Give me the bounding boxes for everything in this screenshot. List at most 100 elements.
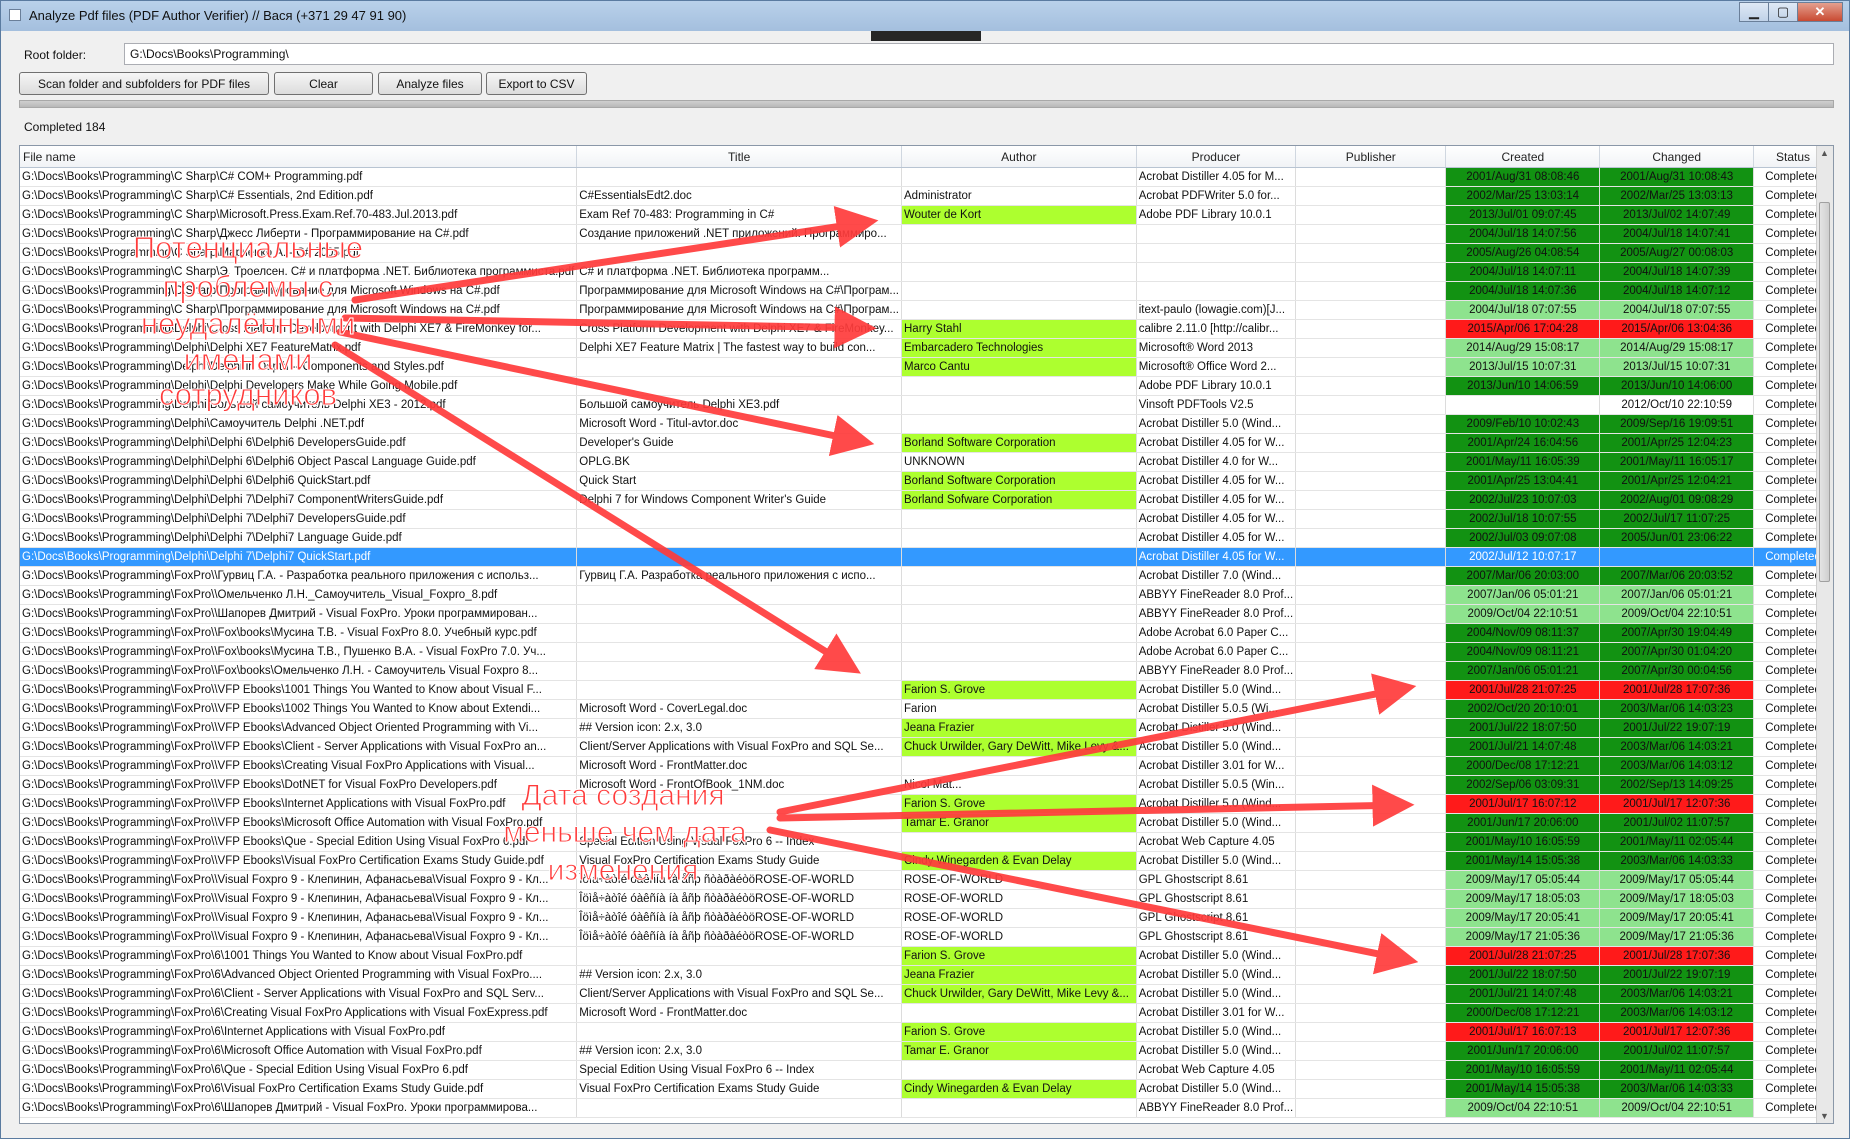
cell-publisher [1295,433,1447,453]
table-row[interactable]: G:\Docs\Books\Programming\C Sharp\Джесс … [20,224,1833,244]
cell-changed: 2009/Oct/04 22:10:51 [1599,604,1755,624]
table-row[interactable]: G:\Docs\Books\Programming\C Sharp\C# Ess… [20,186,1833,206]
cell-publisher [1295,224,1447,244]
column-header-title[interactable]: Title [576,146,902,168]
table-row[interactable]: G:\Docs\Books\Programming\FoxPro\\Fox\bo… [20,623,1833,643]
cell-producer: Acrobat Distiller 4.05 for W... [1136,490,1297,510]
table-row[interactable]: G:\Docs\Books\Programming\Delphi\Delphi … [20,471,1833,491]
table-row[interactable]: G:\Docs\Books\Programming\FoxPro\\VFP Eb… [20,832,1833,852]
table-row[interactable]: G:\Docs\Books\Programming\Delphi\Delphi … [20,452,1833,472]
cell-producer: Acrobat PDFWriter 5.0 for... [1136,186,1297,206]
cell-changed: 2001/Aug/31 10:08:43 [1599,167,1755,187]
column-header-producer[interactable]: Producer [1136,146,1297,168]
results-grid[interactable]: File name Title Author Producer Publishe… [19,145,1834,1124]
table-row[interactable]: G:\Docs\Books\Programming\FoxPro\\Visual… [20,927,1833,947]
table-row[interactable]: G:\Docs\Books\Programming\FoxPro\\Fox\bo… [20,661,1833,681]
cell-author: Cindy Winegarden & Evan Delay [901,851,1137,871]
table-row[interactable]: G:\Docs\Books\Programming\FoxPro\\VFP Eb… [20,737,1833,757]
cell-file-name: G:\Docs\Books\Programming\FoxPro\\VFP Eb… [20,718,578,738]
root-folder-input[interactable]: G:\Docs\Books\Programming\ [124,43,1834,65]
table-row[interactable]: G:\Docs\Books\Programming\FoxPro\\Visual… [20,889,1833,909]
table-row[interactable]: G:\Docs\Books\Programming\Delphi\Delphi … [20,338,1833,358]
table-row[interactable]: G:\Docs\Books\Programming\FoxPro\6\Inter… [20,1022,1833,1042]
cell-title: ## Version icon: 2.x, 3.0 [576,965,902,985]
scrollbar-thumb[interactable] [1819,202,1830,582]
cell-producer: GPL Ghostscript 8.61 [1136,870,1297,890]
table-row[interactable]: G:\Docs\Books\Programming\FoxPro\6\Micro… [20,1041,1833,1061]
cell-changed: 2009/Sep/16 19:09:51 [1599,414,1755,434]
table-row[interactable]: G:\Docs\Books\Programming\C Sharp\Э. Тро… [20,262,1833,282]
table-row[interactable]: G:\Docs\Books\Programming\Delphi\Cross P… [20,319,1833,339]
table-row[interactable]: G:\Docs\Books\Programming\FoxPro\6\1001 … [20,946,1833,966]
table-row[interactable]: G:\Docs\Books\Programming\FoxPro\\Visual… [20,908,1833,928]
cell-created: 2004/Jul/18 14:07:11 [1445,262,1601,282]
cell-publisher [1295,566,1447,586]
cell-publisher [1295,357,1447,377]
table-row[interactable]: G:\Docs\Books\Programming\C Sharp\C# COM… [20,167,1833,187]
table-row[interactable]: G:\Docs\Books\Programming\FoxPro\\VFP Eb… [20,851,1833,871]
vertical-scrollbar[interactable]: ▲ ▼ [1816,146,1833,1123]
table-row[interactable]: G:\Docs\Books\Programming\C Sharp\Марчен… [20,243,1833,263]
cell-author: Farion S. Grove [901,1022,1137,1042]
clear-button[interactable]: Clear [274,72,373,95]
table-row[interactable]: G:\Docs\Books\Programming\FoxPro\\VFP Eb… [20,718,1833,738]
column-header-publisher[interactable]: Publisher [1295,146,1447,168]
title-bar[interactable]: Analyze Pdf files (PDF Author Verifier) … [1,1,1849,31]
cell-file-name: G:\Docs\Books\Programming\FoxPro\\VFP Eb… [20,851,578,871]
table-row[interactable]: G:\Docs\Books\Programming\FoxPro\6\Шапор… [20,1098,1833,1118]
table-row[interactable]: G:\Docs\Books\Programming\C Sharp\Micros… [20,205,1833,225]
table-row[interactable]: G:\Docs\Books\Programming\FoxPro\\VFP Eb… [20,756,1833,776]
column-header-file-name[interactable]: File name [20,146,578,168]
table-row[interactable]: G:\Docs\Books\Programming\FoxPro\6\Advan… [20,965,1833,985]
cell-producer: Acrobat Distiller 5.0.5 (Wi... [1136,699,1297,719]
cell-created: 2001/Apr/24 16:04:56 [1445,433,1601,453]
table-row[interactable]: G:\Docs\Books\Programming\Delphi\Delphi … [20,357,1833,377]
scan-folder-button[interactable]: Scan folder and subfolders for PDF files [19,72,269,95]
table-row[interactable]: G:\Docs\Books\Programming\FoxPro\\VFP Eb… [20,699,1833,719]
minimize-button[interactable]: ▁ [1739,2,1769,22]
cell-publisher [1295,205,1447,225]
cell-file-name: G:\Docs\Books\Programming\Delphi\Delphi … [20,452,578,472]
table-row[interactable]: G:\Docs\Books\Programming\FoxPro\\VFP Eb… [20,680,1833,700]
analyze-files-button[interactable]: Analyze files [378,72,482,95]
column-header-changed[interactable]: Changed [1599,146,1755,168]
scroll-up-icon[interactable]: ▲ [1820,148,1829,158]
column-header-created[interactable]: Created [1445,146,1601,168]
table-row[interactable]: G:\Docs\Books\Programming\FoxPro\\VFP Eb… [20,794,1833,814]
table-row[interactable]: G:\Docs\Books\Programming\FoxPro\6\Creat… [20,1003,1833,1023]
cell-author: Embarcadero Technologies [901,338,1137,358]
table-row[interactable]: G:\Docs\Books\Programming\FoxPro\\Омельч… [20,585,1833,605]
table-row[interactable]: G:\Docs\Books\Programming\FoxPro\\Fox\bo… [20,642,1833,662]
cell-changed: 2012/Oct/10 22:10:59 [1599,395,1755,415]
table-row[interactable]: G:\Docs\Books\Programming\Delphi\Delphi … [20,376,1833,396]
cell-changed: 2009/May/17 20:05:41 [1599,908,1755,928]
table-row[interactable]: G:\Docs\Books\Programming\Delphi\Delphi … [20,509,1833,529]
table-row[interactable]: G:\Docs\Books\Programming\Delphi\Самоучи… [20,414,1833,434]
close-button[interactable]: ✕ [1797,2,1843,22]
table-row[interactable]: G:\Docs\Books\Programming\FoxPro\\Гурвиц… [20,566,1833,586]
table-row[interactable]: G:\Docs\Books\Programming\C Sharp\Програ… [20,281,1833,301]
table-row[interactable]: G:\Docs\Books\Programming\FoxPro\6\Que -… [20,1060,1833,1080]
table-row[interactable]: G:\Docs\Books\Programming\C Sharp\Програ… [20,300,1833,320]
table-row[interactable]: G:\Docs\Books\Programming\FoxPro\\VFP Eb… [20,775,1833,795]
table-row[interactable]: G:\Docs\Books\Programming\FoxPro\6\Visua… [20,1079,1833,1099]
table-row[interactable]: G:\Docs\Books\Programming\Delphi\Delphi … [20,490,1833,510]
table-row[interactable]: G:\Docs\Books\Programming\FoxPro\\VFP Eb… [20,813,1833,833]
cell-author [901,528,1137,548]
cell-changed: 2007/Apr/30 01:04:20 [1599,642,1755,662]
cell-file-name: G:\Docs\Books\Programming\FoxPro\6\Micro… [20,1041,578,1061]
column-header-author[interactable]: Author [901,146,1137,168]
cell-publisher [1295,642,1447,662]
table-row[interactable]: G:\Docs\Books\Programming\Delphi\Delphi … [20,547,1833,567]
cell-title: Delphi XE7 Feature Matrix | The fastest … [576,338,902,358]
table-row[interactable]: G:\Docs\Books\Programming\Delphi\Delphi … [20,433,1833,453]
export-csv-button[interactable]: Export to CSV [486,72,587,95]
table-row[interactable]: G:\Docs\Books\Programming\FoxPro\6\Clien… [20,984,1833,1004]
table-row[interactable]: G:\Docs\Books\Programming\Delphi\Большой… [20,395,1833,415]
table-row[interactable]: G:\Docs\Books\Programming\FoxPro\\Visual… [20,870,1833,890]
scroll-down-icon[interactable]: ▼ [1820,1111,1829,1121]
maximize-button[interactable]: ▢ [1768,2,1798,22]
cell-publisher [1295,965,1447,985]
table-row[interactable]: G:\Docs\Books\Programming\Delphi\Delphi … [20,528,1833,548]
table-row[interactable]: G:\Docs\Books\Programming\FoxPro\\Шапоре… [20,604,1833,624]
